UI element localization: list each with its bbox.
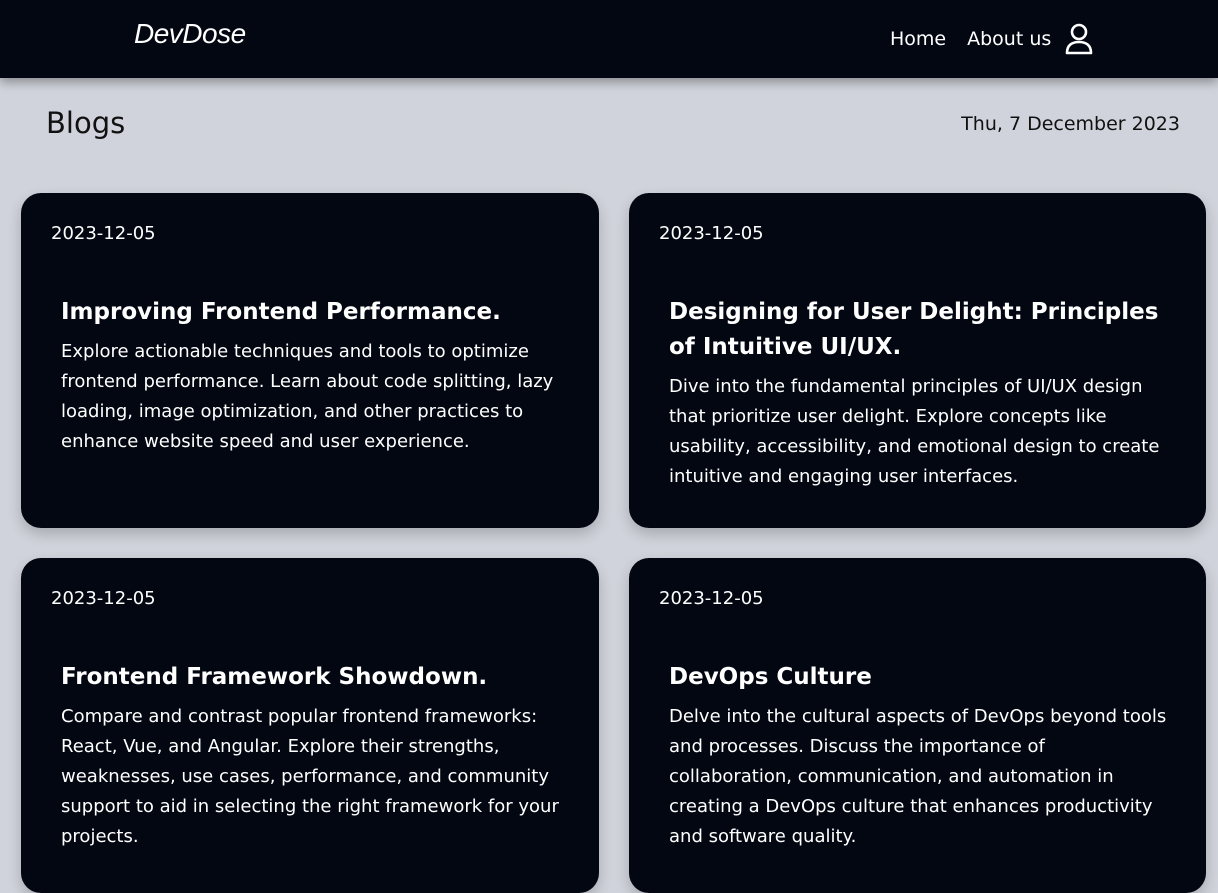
brand-logo[interactable]: DevDose — [134, 18, 246, 50]
blog-card-date: 2023-12-05 — [659, 588, 764, 609]
blog-card-date: 2023-12-05 — [51, 223, 156, 244]
blog-card-title[interactable]: Frontend Framework Showdown. — [51, 660, 569, 695]
blog-grid: 2023-12-05 Improving Frontend Performanc… — [21, 193, 1206, 893]
nav-link-home[interactable]: Home — [890, 26, 946, 52]
blog-card-description: Dive into the fundamental principles of … — [669, 376, 1160, 487]
blog-card-date: 2023-12-05 — [51, 588, 156, 609]
blog-card[interactable]: 2023-12-05 Improving Frontend Performanc… — [21, 193, 599, 528]
blog-card-description: Compare and contrast popular frontend fr… — [61, 706, 559, 847]
nav-links: Home About us — [890, 26, 1072, 52]
blog-card-title[interactable]: Designing for User Delight: Principles o… — [659, 295, 1176, 365]
blog-card-title[interactable]: Improving Frontend Performance. — [51, 295, 569, 330]
page-title: Blogs — [46, 106, 126, 140]
blog-card[interactable]: 2023-12-05 Frontend Framework Showdown. … — [21, 558, 599, 893]
blog-card[interactable]: 2023-12-05 DevOps Culture Delve into the… — [629, 558, 1206, 893]
user-icon[interactable] — [1064, 22, 1094, 56]
current-date: Thu, 7 December 2023 — [961, 113, 1180, 135]
blog-card-description: Delve into the cultural aspects of DevOp… — [669, 706, 1167, 847]
blog-card[interactable]: 2023-12-05 Designing for User Delight: P… — [629, 193, 1206, 528]
blog-card-title[interactable]: DevOps Culture — [659, 660, 1176, 695]
blog-card-date: 2023-12-05 — [659, 223, 764, 244]
nav-link-about-us[interactable]: About us — [967, 26, 1051, 52]
blog-card-description: Explore actionable techniques and tools … — [61, 341, 554, 452]
top-navbar: DevDose Home About us — [0, 0, 1218, 78]
